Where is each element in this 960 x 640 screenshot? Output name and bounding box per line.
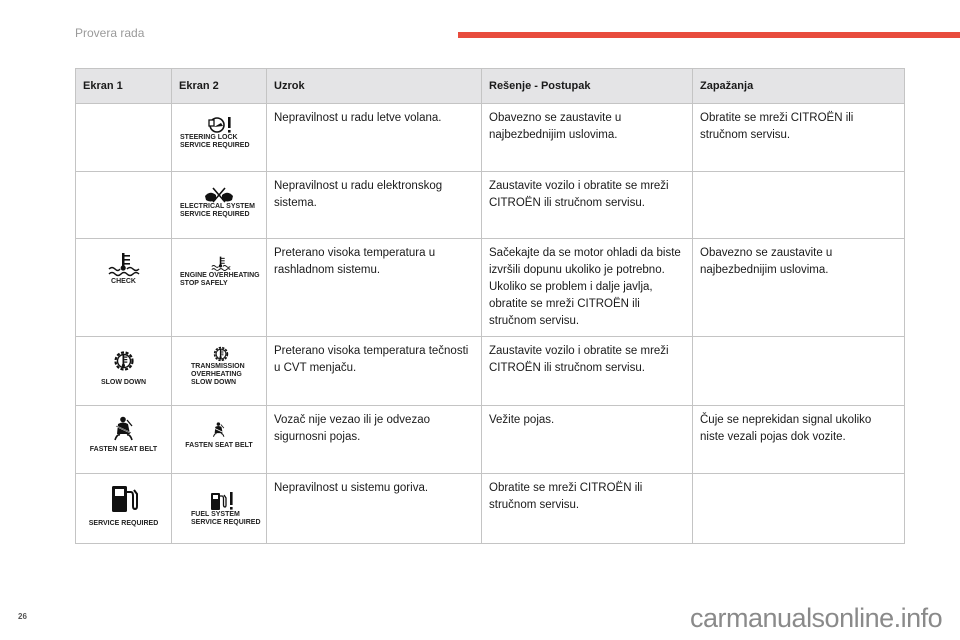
notes-cell	[692, 473, 905, 544]
action-cell: Zaustavite vozilo i obratite se mreži CI…	[481, 336, 693, 406]
screen1-cell: SLOW DOWN	[75, 336, 172, 406]
notes-cell: Čuje se neprekidan signal ukoliko niste …	[692, 405, 905, 474]
screen2-label: STEERING LOCK SERVICE REQUIRED	[180, 134, 250, 149]
column-header-screen2: Ekran 2	[171, 68, 267, 104]
table-row: SLOW DOWN TRANSMISSION OVERHEATING SLOW …	[75, 336, 905, 406]
table-row: SERVICE REQUIRED FUEL SYSTEM SERVICE REQ…	[75, 473, 905, 544]
column-header-notes: Zapažanja	[692, 68, 905, 104]
fuel-pump-icon	[110, 484, 138, 514]
screen1-cell: SERVICE REQUIRED	[75, 473, 172, 544]
table-row: STEERING LOCK SERVICE REQUIRED Nepraviln…	[75, 103, 905, 172]
screen1-label: SERVICE REQUIRED	[88, 520, 159, 527]
screen2-cell: TRANSMISSION OVERHEATING SLOW DOWN	[171, 336, 267, 406]
action-cell: Sačekajte da se motor ohladi da biste iz…	[481, 238, 693, 337]
action-cell: Obavezno se zaustavite u najbezbednijim …	[481, 103, 693, 172]
screen2-cell: STEERING LOCK SERVICE REQUIRED	[171, 103, 267, 172]
screen2-label: TRANSMISSION OVERHEATING SLOW DOWN	[191, 363, 245, 386]
screen2-label: FASTEN SEAT BELT	[185, 442, 253, 449]
cause-cell: Preterano visoka temperatura tečnosti u …	[266, 336, 482, 406]
screen1-cell	[75, 103, 172, 172]
screen2-cell: ELECTRICAL SYSTEM SERVICE REQUIRED	[171, 171, 267, 239]
screen1-label: FASTEN SEAT BELT	[89, 446, 158, 453]
fuel-system-icon	[210, 491, 236, 511]
transmission-temperature-icon	[112, 349, 136, 373]
screen1-cell: CHECK	[75, 238, 172, 337]
coolant-temperature-icon	[107, 252, 141, 278]
warning-messages-table: Ekran 1 Ekran 2 Uzrok Rešenje - Postupak…	[75, 68, 905, 544]
cause-cell: Nepravilnost u radu elektronskog sistema…	[266, 171, 482, 239]
cause-cell: Nepravilnost u radu letve volana.	[266, 103, 482, 172]
column-header-screen1: Ekran 1	[75, 68, 172, 104]
notes-cell	[692, 336, 905, 406]
screen2-cell: FUEL SYSTEM SERVICE REQUIRED	[171, 473, 267, 544]
screen2-label: ELECTRICAL SYSTEM SERVICE REQUIRED	[180, 203, 255, 218]
cause-cell: Vozač nije vezao ili je odvezao sigurnos…	[266, 405, 482, 474]
screen2-label: ENGINE OVERHEATING STOP SAFELY	[180, 272, 260, 287]
screen2-cell: ENGINE OVERHEATING STOP SAFELY	[171, 238, 267, 337]
transmission-temperature-icon	[212, 345, 230, 363]
cause-cell: Preterano visoka temperatura u rashladno…	[266, 238, 482, 337]
column-header-cause: Uzrok	[266, 68, 482, 104]
action-cell: Vežite pojas.	[481, 405, 693, 474]
seat-belt-icon	[211, 422, 227, 438]
table-row: CHECK ENGINE OVERHEATING STOP SAFELY Pre…	[75, 238, 905, 337]
table-row: ELECTRICAL SYSTEM SERVICE REQUIRED Nepra…	[75, 171, 905, 239]
column-header-action: Rešenje - Postupak	[481, 68, 693, 104]
notes-cell: Obavezno se zaustavite u najbezbednijim …	[692, 238, 905, 337]
screen1-cell	[75, 171, 172, 239]
action-cell: Zaustavite vozilo i obratite se mreži CI…	[481, 171, 693, 239]
cause-cell: Nepravilnost u sistemu goriva.	[266, 473, 482, 544]
notes-cell	[692, 171, 905, 239]
screen1-label: SLOW DOWN	[100, 379, 147, 386]
screen1-cell: FASTEN SEAT BELT	[75, 405, 172, 474]
header-accent-bar	[458, 32, 960, 38]
steering-lock-icon	[206, 116, 234, 134]
seat-belt-icon	[111, 416, 137, 442]
screen2-label: FUEL SYSTEM SERVICE REQUIRED	[191, 511, 261, 526]
screen1-label: CHECK	[111, 278, 136, 285]
electrical-system-icon	[204, 187, 234, 203]
coolant-temperature-icon	[210, 256, 232, 272]
action-cell: Obratite se mreži CITROËN ili stručnom s…	[481, 473, 693, 544]
screen2-cell: FASTEN SEAT BELT	[171, 405, 267, 474]
section-title: Provera rada	[75, 26, 145, 40]
page-number: 26	[18, 612, 27, 621]
watermark: carmanualsonline.info	[690, 603, 943, 633]
notes-cell: Obratite se mreži CITROËN ili stručnom s…	[692, 103, 905, 172]
table-row: FASTEN SEAT BELT FASTEN SEAT BELT Vozač …	[75, 405, 905, 474]
table-header-row: Ekran 1 Ekran 2 Uzrok Rešenje - Postupak…	[75, 68, 905, 104]
